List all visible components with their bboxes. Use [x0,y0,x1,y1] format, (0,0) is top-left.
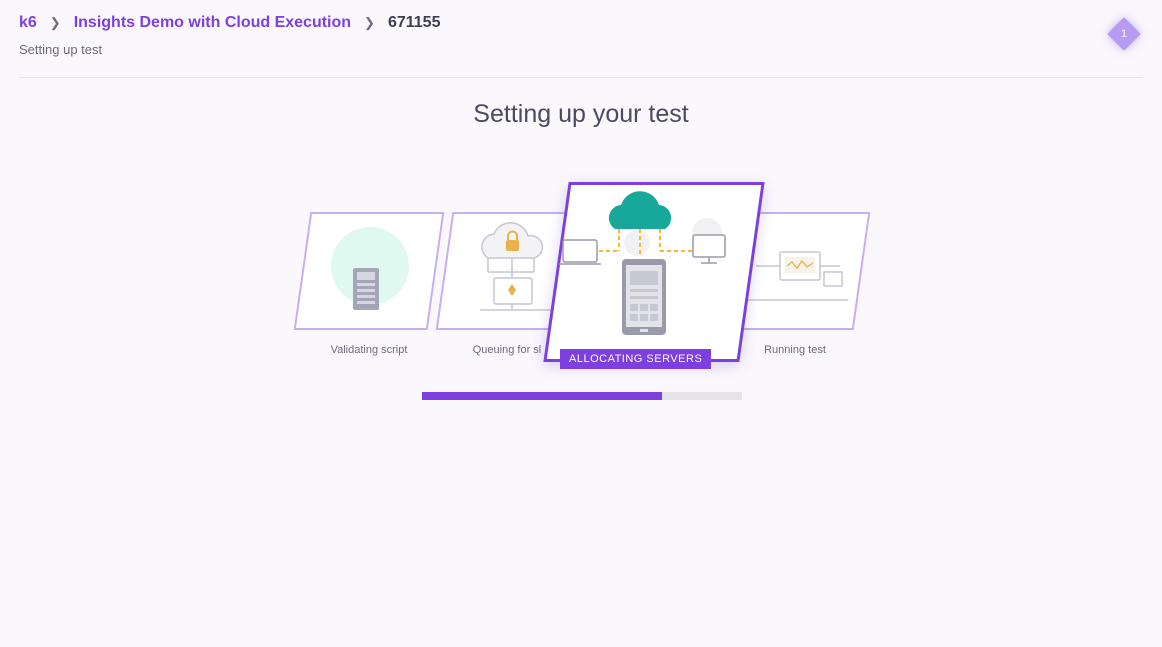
breadcrumb-project-link[interactable]: Insights Demo with Cloud Execution [74,14,351,32]
page-header: k6 ❯ Insights Demo with Cloud Execution … [19,12,1143,78]
notification-count: 1 [1120,28,1128,40]
page-subtitle: Setting up test [19,42,103,57]
setup-progress-bar [422,392,742,400]
breadcrumb-run-id: 671155 [387,14,441,31]
page-title: Setting up your test [473,100,689,128]
step-label-validating: Validating script [330,344,408,356]
step-label-allocating: ALLOCATING SERVERS [560,349,712,369]
chevron-right-icon: ❯ [364,15,375,30]
breadcrumb-root-link[interactable]: k6 [19,14,37,32]
step-card-allocating [543,182,765,362]
script-document-icon [331,227,409,310]
breadcrumb: k6 ❯ Insights Demo with Cloud Execution … [19,12,1143,34]
chevron-right-icon: ❯ [49,15,61,30]
cloud-server-icon [559,191,726,335]
step-card-validating [293,212,445,330]
notification-badge[interactable]: 1 [1107,17,1141,51]
progress-fill [422,392,662,400]
